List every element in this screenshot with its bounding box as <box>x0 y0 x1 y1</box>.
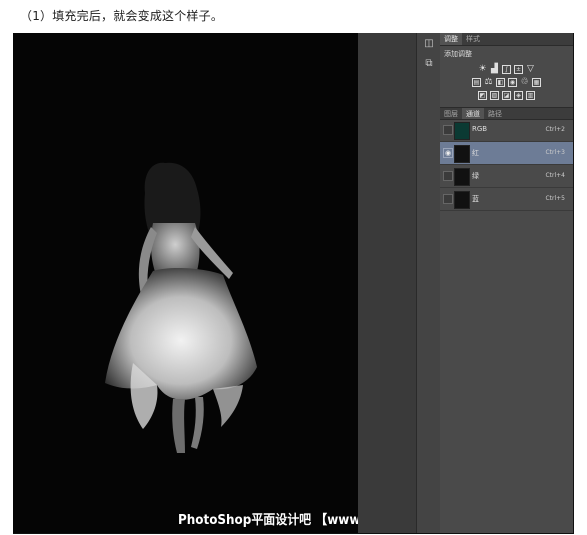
selective-color-icon[interactable]: ◈ <box>514 91 523 100</box>
curves-icon[interactable]: ∫ <box>502 65 511 74</box>
channel-mixer-icon[interactable]: ♲ <box>520 78 529 87</box>
tab-layers[interactable]: 图层 <box>440 108 462 119</box>
channel-thumbnail <box>454 122 470 140</box>
channel-row-rgb[interactable]: RGB Ctrl+2 <box>440 119 573 142</box>
brightness-icon[interactable]: ☀ <box>478 65 487 74</box>
channel-shortcut: Ctrl+2 <box>545 126 565 133</box>
photo-filter-icon[interactable]: ◉ <box>508 78 517 87</box>
history-icon[interactable]: ◫ <box>421 37 437 51</box>
channel-name: 蓝 <box>472 195 479 203</box>
dancer-figure-image <box>105 162 257 453</box>
tab-styles[interactable]: 样式 <box>462 33 484 45</box>
photoshop-screenshot: PhotoShop平面设计吧 【www.linecg.com/tieba/178… <box>13 33 574 534</box>
visibility-toggle-icon[interactable] <box>443 171 453 181</box>
channel-thumbnail <box>454 168 470 186</box>
workspace-gutter <box>358 33 416 533</box>
channel-name: 绿 <box>472 172 479 180</box>
adjustment-icons-row-3: ◩ ▨ ◪ ◈ ▥ <box>440 91 573 100</box>
black-white-icon[interactable]: ◧ <box>496 78 505 87</box>
visibility-toggle-icon[interactable] <box>443 125 453 135</box>
tab-channels[interactable]: 通道 <box>462 108 484 119</box>
tab-adjustments[interactable]: 调整 <box>440 33 462 45</box>
channel-name: 红 <box>472 149 479 157</box>
collapsed-panel-dock: ◫ ⧉ <box>416 33 442 533</box>
tool-presets-icon[interactable]: ⧉ <box>421 57 437 71</box>
channel-name: RGB <box>472 125 488 133</box>
levels-icon[interactable]: ▟ <box>490 65 499 74</box>
color-lookup-icon[interactable]: ▦ <box>532 78 541 87</box>
document-canvas[interactable]: PhotoShop平面设计吧 【www.linecg.com/tieba/178… <box>13 33 358 533</box>
vibrance-icon[interactable]: ▽ <box>526 65 535 74</box>
gradient-map-icon[interactable]: ▥ <box>526 91 535 100</box>
invert-icon[interactable]: ◩ <box>478 91 487 100</box>
color-balance-icon[interactable]: ⚖ <box>484 78 493 87</box>
channel-shortcut: Ctrl+5 <box>545 195 565 202</box>
channel-shortcut: Ctrl+3 <box>545 149 565 156</box>
channel-row-blue[interactable]: 蓝 Ctrl+5 <box>440 188 573 211</box>
watermark-text: PhotoShop平面设计吧 【www.linecg.com/tieba/178… <box>178 513 358 528</box>
threshold-icon[interactable]: ◪ <box>502 91 511 100</box>
hue-saturation-icon[interactable]: ▤ <box>472 78 481 87</box>
channel-row-green[interactable]: 绿 Ctrl+4 <box>440 165 573 188</box>
posterize-icon[interactable]: ▨ <box>490 91 499 100</box>
channel-list: RGB Ctrl+2 ◉ 红 Ctrl+3 绿 Ctrl+4 蓝 Ctrl+5 <box>440 119 573 211</box>
adjustments-title: 添加调整 <box>444 50 472 58</box>
adjustment-icons-row-2: ▤ ⚖ ◧ ◉ ♲ ▦ <box>440 78 573 87</box>
right-panels: 调整 样式 添加调整 ☀ ▟ ∫ ± ▽ ▤ ⚖ ◧ ◉ ♲ ▦ ◩ ▨ ◪ ◈… <box>440 33 573 533</box>
eye-icon[interactable]: ◉ <box>443 148 453 158</box>
channel-thumbnail <box>454 145 470 163</box>
channel-shortcut: Ctrl+4 <box>545 172 565 179</box>
visibility-toggle-icon[interactable] <box>443 194 453 204</box>
channel-thumbnail <box>454 191 470 209</box>
caption-text: （1）填充完后，就会变成这个样子。 <box>20 9 224 23</box>
tab-paths[interactable]: 路径 <box>484 108 506 119</box>
adjustment-icons-row-1: ☀ ▟ ∫ ± ▽ <box>440 65 573 74</box>
adjustments-tab-bar: 调整 样式 <box>440 33 573 46</box>
exposure-icon[interactable]: ± <box>514 65 523 74</box>
channel-row-red[interactable]: ◉ 红 Ctrl+3 <box>440 142 573 165</box>
